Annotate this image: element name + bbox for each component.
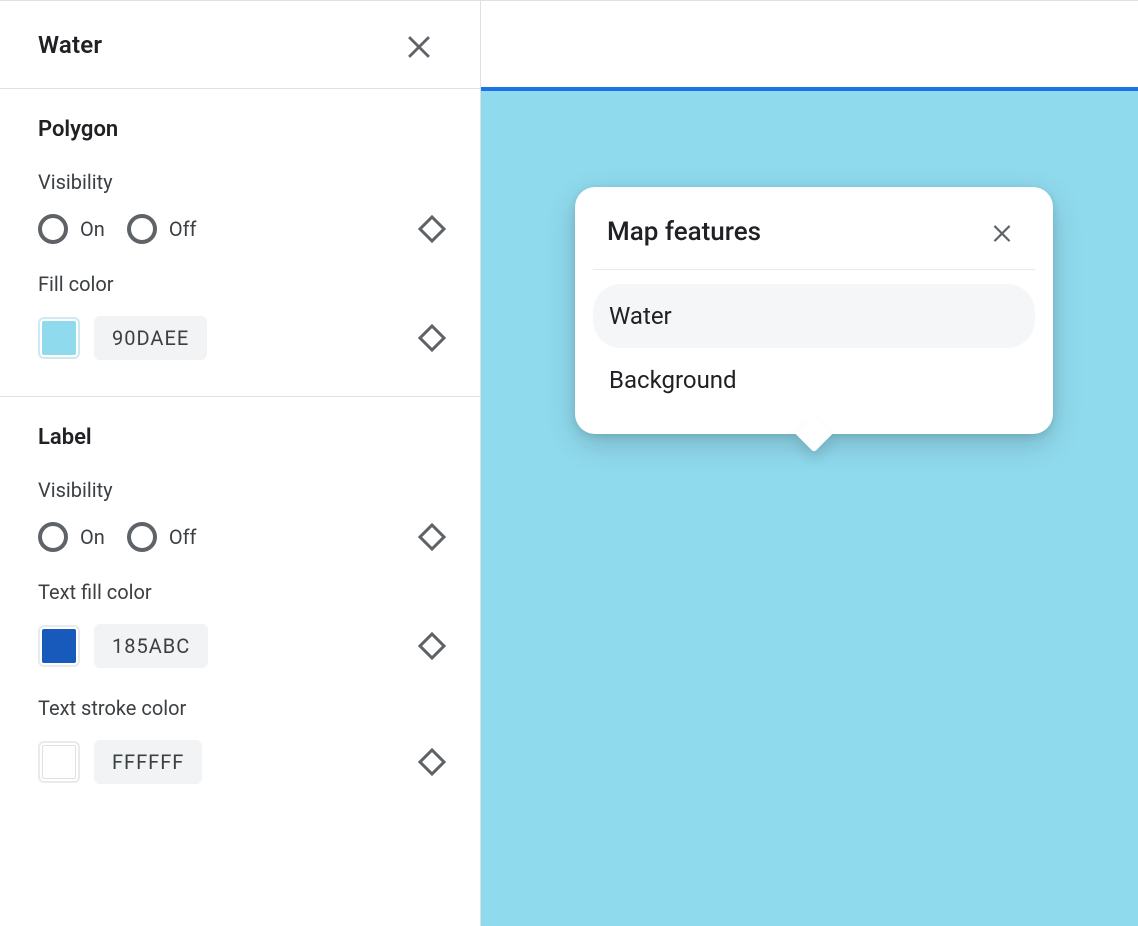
feature-item-background[interactable]: Background xyxy=(593,348,1035,412)
polygon-heading: Polygon xyxy=(38,117,442,142)
color-swatch-icon xyxy=(42,629,76,663)
map-canvas[interactable]: Map features Water Background xyxy=(481,91,1138,926)
radio-icon xyxy=(127,214,157,244)
polygon-visibility-off-radio[interactable]: Off xyxy=(127,214,197,244)
label-visibility-reset-button[interactable] xyxy=(418,523,446,551)
feature-item-water[interactable]: Water xyxy=(593,284,1035,348)
polygon-section: Polygon Visibility On Off Fill color xyxy=(0,89,480,397)
polygon-visibility-label: Visibility xyxy=(38,170,442,194)
polygon-fill-reset-button[interactable] xyxy=(418,324,446,352)
map-features-popover: Map features Water Background xyxy=(575,187,1053,434)
radio-icon xyxy=(38,522,68,552)
style-sidebar: Water Polygon Visibility On Off xyxy=(0,1,481,926)
polygon-fill-label: Fill color xyxy=(38,272,442,296)
text-fill-label: Text fill color xyxy=(38,580,442,604)
radio-label-on: On xyxy=(80,217,105,241)
close-popover-button[interactable] xyxy=(983,213,1021,251)
text-stroke-label: Text stroke color xyxy=(38,696,442,720)
sidebar-header: Water xyxy=(0,1,480,89)
text-stroke-swatch[interactable] xyxy=(38,741,80,783)
label-visibility-on-radio[interactable]: On xyxy=(38,522,105,552)
label-section: Label Visibility On Off Text fill color xyxy=(0,397,480,820)
label-visibility-label: Visibility xyxy=(38,478,442,502)
close-icon xyxy=(402,28,436,62)
popover-tail-icon xyxy=(796,416,833,453)
close-icon xyxy=(989,219,1015,245)
popover-title: Map features xyxy=(607,217,761,247)
polygon-fill-hex-input[interactable]: 90DAEE xyxy=(94,316,207,360)
sidebar-title: Water xyxy=(38,31,102,59)
map-topbar xyxy=(481,1,1138,91)
polygon-visibility-on-radio[interactable]: On xyxy=(38,214,105,244)
label-heading: Label xyxy=(38,425,442,450)
radio-label-on: On xyxy=(80,525,105,549)
text-stroke-hex-input[interactable]: FFFFFF xyxy=(94,740,202,784)
text-fill-reset-button[interactable] xyxy=(418,632,446,660)
close-sidebar-button[interactable] xyxy=(396,22,442,68)
label-visibility-off-radio[interactable]: Off xyxy=(127,522,197,552)
color-swatch-icon xyxy=(42,321,76,355)
radio-icon xyxy=(38,214,68,244)
color-swatch-icon xyxy=(42,745,76,779)
map-panel: Map features Water Background xyxy=(481,1,1138,926)
polygon-fill-swatch[interactable] xyxy=(38,317,80,359)
radio-icon xyxy=(127,522,157,552)
text-fill-swatch[interactable] xyxy=(38,625,80,667)
text-fill-hex-input[interactable]: 185ABC xyxy=(94,624,208,668)
radio-label-off: Off xyxy=(169,525,197,549)
polygon-visibility-reset-button[interactable] xyxy=(418,215,446,243)
radio-label-off: Off xyxy=(169,217,197,241)
text-stroke-reset-button[interactable] xyxy=(418,748,446,776)
